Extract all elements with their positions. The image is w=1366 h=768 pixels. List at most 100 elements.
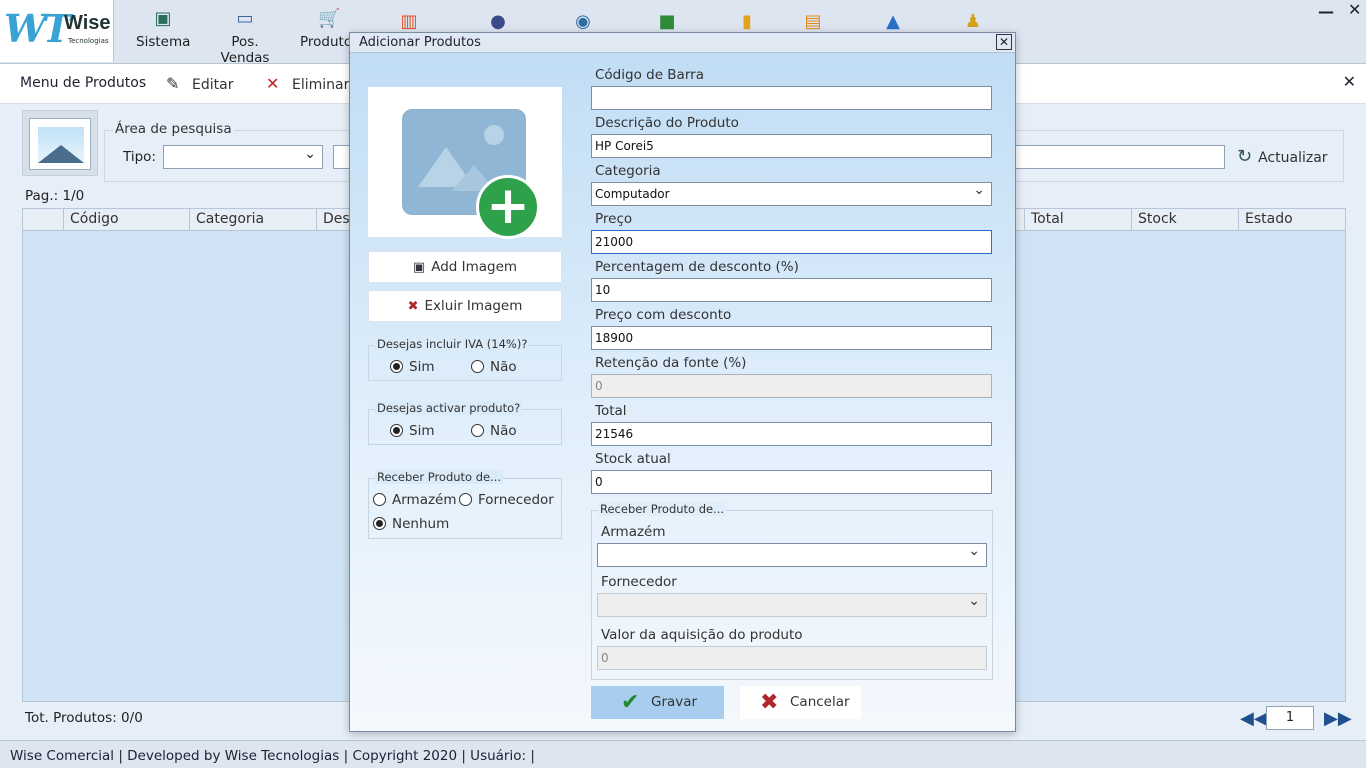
laptop-icon: ▭ [236, 8, 254, 29]
refresh-button[interactable]: ↻ Actualizar [1237, 146, 1328, 167]
discount-pct-input[interactable]: 10 [591, 278, 992, 302]
dialog-title: Adicionar Produtos [359, 35, 481, 50]
discount-pct-label: Percentagem de desconto (%) [595, 259, 799, 275]
iva-yes-radio[interactable]: Sim [390, 359, 434, 375]
receive-panel: Receber Produto de... Armazém Fornecedor… [591, 502, 993, 680]
receive-group: Receber Produto de... Armazém Fornecedor… [368, 470, 562, 539]
add-image-label: Add Imagem [431, 259, 518, 275]
logo-subtext: Tecnologias [68, 37, 109, 45]
ribbon-label: Pos. Vendas [220, 34, 270, 66]
activate-group: Desejas activar produto? Sim Não [368, 401, 562, 445]
report-icon[interactable]: ▥ [397, 10, 421, 34]
receive-none-radio[interactable]: Nenhum [373, 516, 449, 532]
menu-title: Menu de Produtos [20, 75, 147, 91]
activate-group-label: Desejas activar produto? [375, 401, 523, 415]
logo-text: Wise [64, 12, 111, 34]
barcode-input[interactable] [591, 86, 992, 110]
acquisition-value-label: Valor da aquisição do produto [601, 627, 803, 643]
cart-icon: 🛒 [318, 8, 341, 29]
receive-supplier-radio[interactable]: Fornecedor [459, 492, 554, 508]
supplier-select[interactable] [597, 590, 987, 617]
type-select[interactable] [163, 145, 323, 169]
save-button[interactable]: ✔ Gravar [591, 686, 724, 719]
delete-image-button[interactable]: ✖ Exluir Imagem [368, 290, 562, 322]
app-logo: WT Wise Tecnologias [0, 0, 114, 62]
search-group-label: Área de pesquisa [113, 121, 234, 137]
description-input[interactable]: HP Corei5 [591, 134, 992, 158]
add-plus-icon: + [476, 175, 540, 239]
category-label: Categoria [595, 163, 661, 179]
withholding-input[interactable]: 0 [591, 374, 992, 398]
page-info: Pag.: 1/0 [25, 188, 85, 204]
delete-button[interactable]: ✕ Eliminar [266, 74, 349, 93]
col-codigo[interactable]: Código [70, 211, 119, 227]
edit-button[interactable]: ✎ Editar [166, 74, 233, 93]
refresh-icon: ↻ [1237, 146, 1253, 167]
trend-chart-icon[interactable]: ▲ [881, 10, 905, 34]
logo-mark: WT [4, 6, 71, 51]
withholding-label: Retenção da fonte (%) [595, 355, 747, 371]
ribbon-pos-vendas-button[interactable]: ▭ Pos. Vendas [206, 8, 284, 66]
close-icon[interactable]: ✕ [1348, 0, 1361, 19]
status-text: Wise Comercial | Developed by Wise Tecno… [10, 748, 535, 764]
total-input[interactable]: 21546 [591, 422, 992, 446]
cancel-x-icon: ✖ [760, 690, 779, 715]
next-page-icon[interactable]: ▶▶ [1324, 708, 1352, 729]
product-thumbnail [22, 110, 98, 176]
add-image-button[interactable]: ▣ Add Imagem [368, 251, 562, 283]
ribbon-label: Sistema [136, 34, 191, 50]
receive-group-label: Receber Produto de... [375, 470, 504, 484]
refresh-label: Actualizar [1258, 150, 1328, 166]
page-number-input[interactable]: 1 [1266, 706, 1314, 730]
col-descricao[interactable]: Des [323, 211, 350, 227]
shopping-icon[interactable]: ▤ [801, 10, 825, 34]
barcode-label: Código de Barra [595, 67, 704, 83]
check-icon: ✔ [621, 690, 640, 715]
ribbon-sistema-button[interactable]: ▣ Sistema [136, 8, 190, 50]
bar-chart-icon[interactable]: ▮ [735, 10, 759, 34]
iva-group-label: Desejas incluir IVA (14%)? [375, 337, 530, 351]
col-estado[interactable]: Estado [1245, 211, 1293, 227]
stock-label: Stock atual [595, 451, 671, 467]
delete-x-icon: ✕ [266, 74, 280, 93]
col-categoria[interactable]: Categoria [196, 211, 264, 227]
discounted-price-input[interactable]: 18900 [591, 326, 992, 350]
delete-label: Eliminar [292, 77, 350, 93]
cancel-button[interactable]: ✖ Cancelar [740, 686, 861, 719]
iva-no-radio[interactable]: Não [471, 359, 517, 375]
warehouse-select[interactable] [597, 540, 987, 567]
image-placeholder-icon [38, 127, 84, 163]
price-input[interactable]: 21000 [591, 230, 992, 254]
monitor-pulse-icon: ▣ [154, 8, 172, 29]
dialog-titlebar: Adicionar Produtos ✕ [350, 33, 1015, 53]
edit-label: Editar [192, 77, 234, 93]
save-label: Gravar [651, 694, 698, 710]
activate-yes-radio[interactable]: Sim [390, 423, 434, 439]
stock-input[interactable]: 0 [591, 470, 992, 494]
receive-panel-label: Receber Produto de... [598, 502, 727, 516]
camera-icon: ▣ [412, 260, 426, 275]
receive-warehouse-radio[interactable]: Armazém [373, 492, 457, 508]
supplier-label: Fornecedor [601, 574, 677, 590]
activate-no-radio[interactable]: Não [471, 423, 517, 439]
col-stock[interactable]: Stock [1138, 211, 1177, 227]
total-label: Total [595, 403, 627, 419]
warehouse-label: Armazém [601, 524, 666, 540]
user-icon[interactable]: ● [486, 10, 510, 34]
person-icon[interactable]: ♟ [961, 10, 985, 34]
product-image-box[interactable]: + [368, 87, 562, 239]
iva-group: Desejas incluir IVA (14%)? Sim Não [368, 337, 562, 381]
acquisition-value-input[interactable]: 0 [597, 646, 987, 670]
close-panel-icon[interactable]: ✕ [1343, 72, 1356, 91]
category-select[interactable]: Computador [591, 179, 992, 206]
edit-icon: ✎ [166, 74, 180, 93]
dialog-close-icon[interactable]: ✕ [996, 34, 1012, 50]
users-icon[interactable]: ◉ [571, 10, 595, 34]
type-label: Tipo: [123, 149, 156, 165]
prev-page-icon[interactable]: ◀◀ [1240, 708, 1268, 729]
col-total[interactable]: Total [1031, 211, 1064, 227]
add-product-dialog: Adicionar Produtos ✕ + ▣ Add Imagem ✖ Exlu… [349, 32, 1016, 732]
minimize-icon[interactable]: — [1318, 2, 1334, 21]
remove-circle-icon: ✖ [407, 299, 419, 314]
truck-icon[interactable]: ■ [655, 10, 679, 34]
